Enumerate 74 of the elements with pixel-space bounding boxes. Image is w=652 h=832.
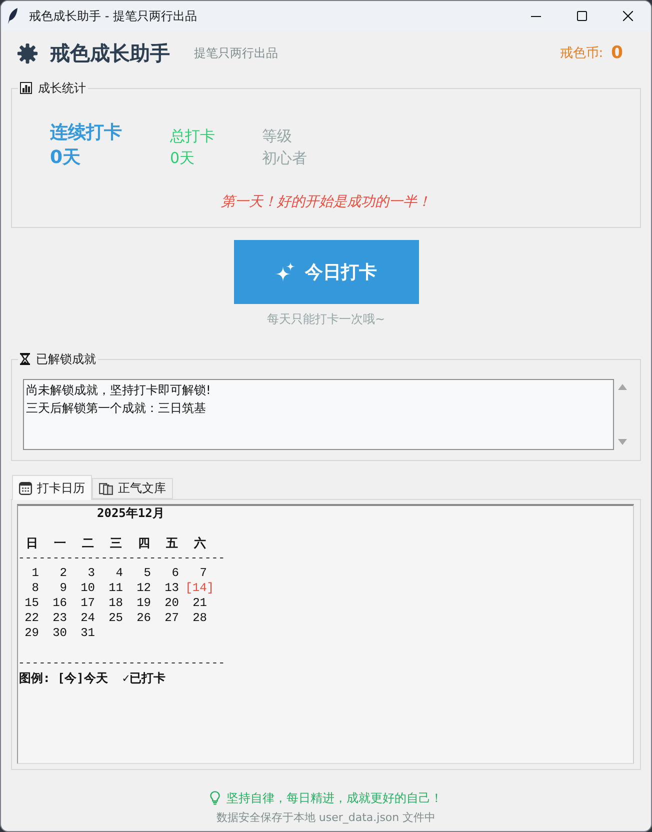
stat-value: 0天: [170, 148, 195, 169]
calendar-day: 25: [108, 611, 123, 626]
achievements-text-area[interactable]: 尚未解锁成就，坚持打卡即可解锁! 三天后解锁第一个成就：三日筑基: [23, 379, 614, 450]
calendar-day: 13: [164, 581, 179, 596]
calendar-day: 11: [108, 581, 123, 596]
weekday-label: 二: [82, 536, 94, 551]
motivation-message: 第一天！好的开始是成功的一半！: [221, 193, 431, 212]
panel-title: 成长统计: [38, 81, 86, 95]
weekday-label: 五: [166, 536, 178, 551]
achievement-text: 三天后解锁第一个成就：三日筑基: [26, 400, 206, 417]
calendar-day: 15: [24, 596, 39, 611]
calendar-day: 28: [192, 611, 207, 626]
gear-icon: [17, 42, 38, 64]
app-subtitle: 提笔只两行出品: [194, 44, 278, 62]
weekday-label: 日: [26, 536, 38, 551]
weekday-label: 三: [110, 536, 122, 551]
calendar-day: 9: [60, 581, 67, 596]
calendar-day: 19: [136, 596, 151, 611]
calendar-day: 10: [80, 581, 95, 596]
stat-value: 0天: [50, 146, 81, 170]
stat-value: 初心者: [262, 148, 307, 169]
calendar-day: 16: [52, 596, 67, 611]
app-title: 戒色成长助手: [50, 40, 170, 66]
calendar-day: 8: [32, 581, 39, 596]
calendar-day: 2: [60, 566, 67, 581]
stat-label: 等级: [262, 126, 292, 147]
books-icon: [99, 482, 113, 494]
dash-rule: ------------------------------: [18, 656, 226, 671]
footer-motto: 坚持自律，每日精进，成就更好的自己！: [226, 790, 442, 807]
calendar-day: 7: [200, 566, 207, 581]
calendar-day: 6: [172, 566, 179, 581]
calendar-day: 18: [108, 596, 123, 611]
calendar-day: 23: [52, 611, 67, 626]
calendar-legend: 图例: [今]今天 ✓已打卡: [19, 671, 166, 686]
calendar-day: 24: [80, 611, 95, 626]
lightbulb-icon: [210, 791, 220, 805]
maximize-icon[interactable]: [577, 11, 587, 21]
window-title: 戒色成长助手 - 提笔只两行出品: [29, 8, 197, 24]
calendar-day: 12: [136, 581, 151, 596]
calendar-day: 30: [52, 626, 67, 641]
calendar-day: 5: [144, 566, 151, 581]
weekday-label: 六: [194, 536, 206, 551]
tab[interactable]: 正气文库: [92, 478, 173, 499]
calendar-day: [14]: [185, 581, 214, 596]
calendar-day: 1: [32, 566, 39, 581]
calendar-day: 22: [24, 611, 39, 626]
tab[interactable]: 打卡日历: [12, 475, 92, 500]
stat-label: 连续打卡: [50, 121, 122, 145]
footer-note: 数据安全保存于本地 user_data.json 文件中: [216, 810, 436, 826]
calendar-icon: [19, 482, 32, 494]
calendar-day: 17: [80, 596, 95, 611]
hourglass-icon: [20, 353, 30, 365]
calendar-day: 20: [164, 596, 179, 611]
coins-label: 戒色币:: [560, 45, 604, 62]
calendar-day: 3: [88, 566, 95, 581]
weekday-label: 一: [54, 536, 66, 551]
calendar-day: 29: [24, 626, 39, 641]
calendar-month: 2025年12月: [97, 506, 164, 521]
feather-icon: [8, 8, 18, 24]
coins-value: 0: [611, 43, 623, 63]
close-icon[interactable]: [623, 11, 633, 21]
calendar-day: 31: [80, 626, 95, 641]
bar-chart-icon: [20, 82, 32, 94]
calendar-day: 21: [192, 596, 207, 611]
calendar-day: 27: [164, 611, 179, 626]
calendar-day: 26: [136, 611, 151, 626]
sparkle-icon: [275, 262, 295, 282]
calendar-day: 4: [116, 566, 123, 581]
stat-label: 总打卡: [170, 126, 215, 147]
dash-rule: ------------------------------: [18, 551, 226, 566]
weekday-label: 四: [138, 536, 150, 551]
checkin-hint: 每天只能打卡一次哦~: [266, 311, 386, 327]
panel-title: 已解锁成就: [36, 352, 96, 366]
achievement-text: 尚未解锁成就，坚持打卡即可解锁!: [26, 382, 211, 399]
